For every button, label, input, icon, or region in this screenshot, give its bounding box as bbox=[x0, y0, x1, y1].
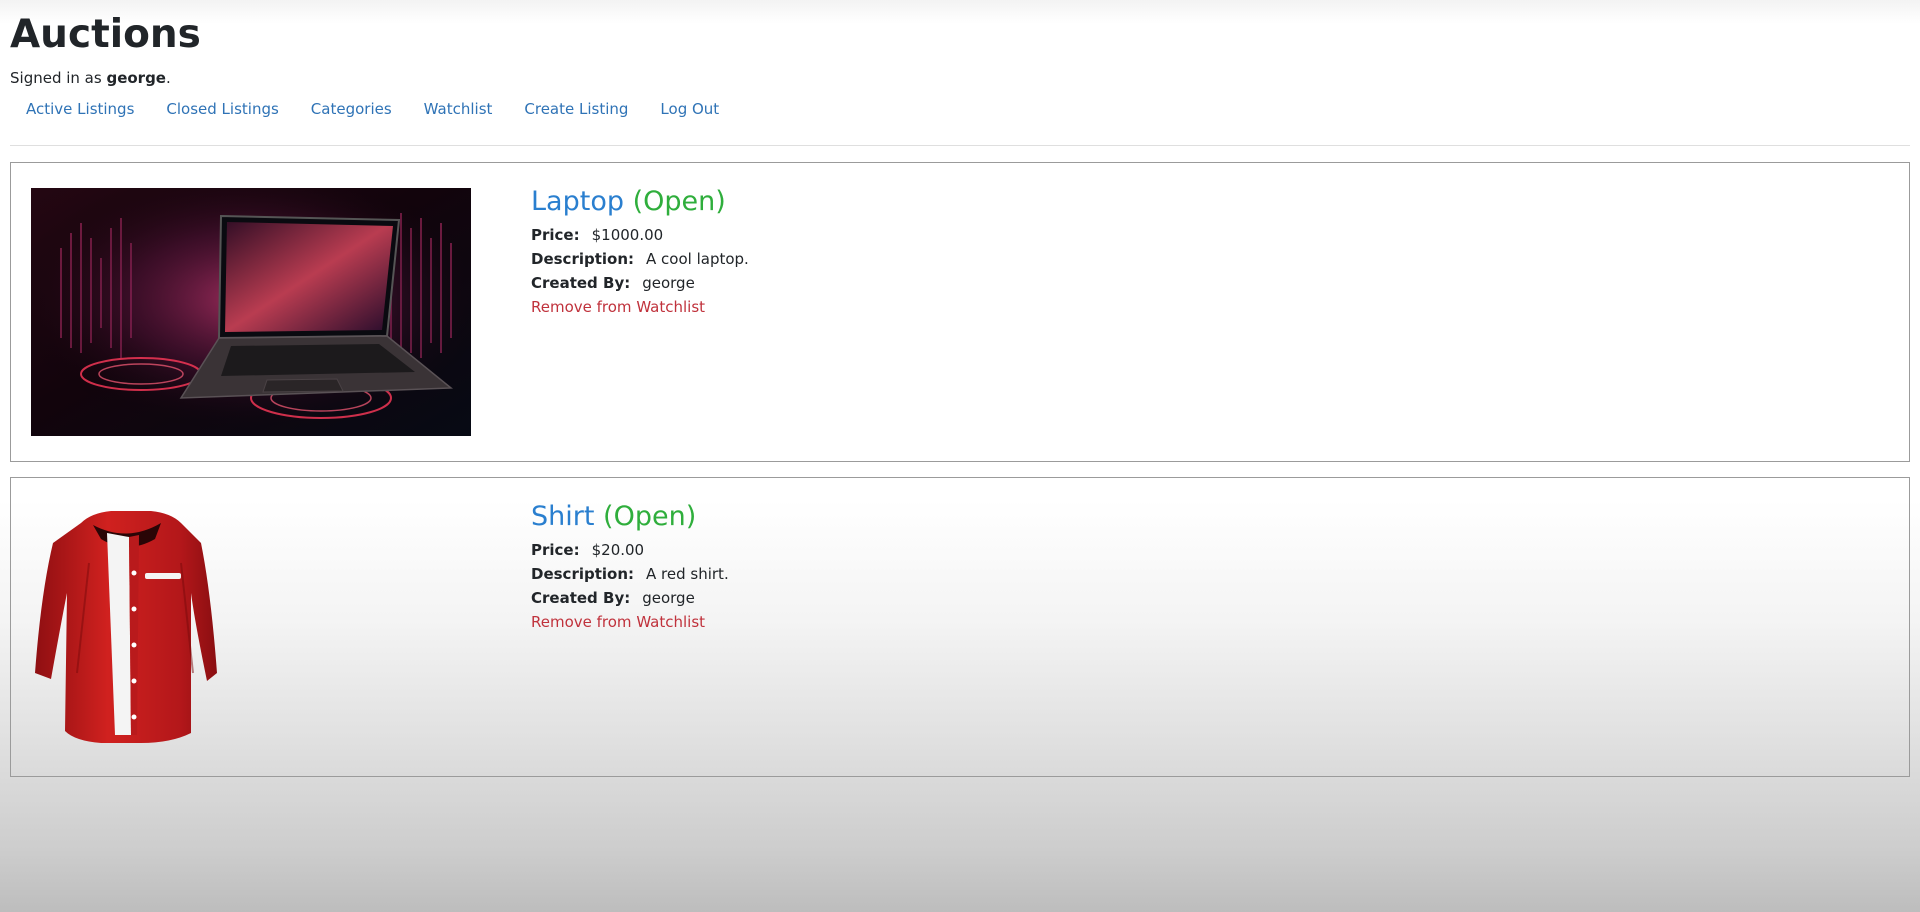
listing-status: (Open) bbox=[632, 186, 726, 217]
listing-card: Shirt (Open) Price: $20.00 Description: A … bbox=[10, 477, 1910, 777]
listing-created-by: Created By: george bbox=[531, 271, 749, 295]
remove-from-watchlist-link[interactable]: Remove from Watchlist bbox=[531, 610, 705, 634]
description-value: A cool laptop. bbox=[646, 250, 749, 268]
shirt-image[interactable] bbox=[31, 503, 471, 751]
main-nav: Active Listings Closed Listings Categori… bbox=[10, 98, 735, 120]
signed-in-prefix: Signed in as bbox=[10, 69, 107, 87]
created-by-value: george bbox=[642, 589, 695, 607]
signed-in-status: Signed in as george. bbox=[10, 68, 171, 88]
nav-closed-listings[interactable]: Closed Listings bbox=[150, 98, 294, 120]
price-value: $20.00 bbox=[591, 541, 645, 559]
nav-create-listing[interactable]: Create Listing bbox=[508, 98, 644, 120]
description-label: Description: bbox=[531, 250, 635, 268]
nav-active-listings[interactable]: Active Listings bbox=[10, 98, 150, 120]
listing-title-link[interactable]: Laptop bbox=[531, 186, 624, 217]
nav-watchlist[interactable]: Watchlist bbox=[408, 98, 509, 120]
nav-log-out[interactable]: Log Out bbox=[644, 98, 735, 120]
description-value: A red shirt. bbox=[646, 565, 729, 583]
description-label: Description: bbox=[531, 565, 635, 583]
price-label: Price: bbox=[531, 226, 580, 244]
price-value: $1000.00 bbox=[591, 226, 664, 244]
listing-description: Description: A cool laptop. bbox=[531, 247, 749, 271]
price-label: Price: bbox=[531, 541, 580, 559]
listing-info: Shirt (Open) Price: $20.00 Description: A … bbox=[531, 500, 729, 634]
nav-categories[interactable]: Categories bbox=[295, 98, 408, 120]
listing-price: Price: $1000.00 bbox=[531, 223, 749, 247]
signed-in-suffix: . bbox=[165, 69, 171, 87]
listing-status: (Open) bbox=[603, 501, 697, 532]
listing-created-by: Created By: george bbox=[531, 586, 729, 610]
listing-price: Price: $20.00 bbox=[531, 538, 729, 562]
listing-title: Shirt (Open) bbox=[531, 500, 729, 534]
listing-info: Laptop (Open) Price: $1000.00 Description… bbox=[531, 185, 749, 319]
listing-card: Laptop (Open) Price: $1000.00 Description… bbox=[10, 162, 1910, 462]
created-by-label: Created By: bbox=[531, 589, 631, 607]
laptop-image[interactable] bbox=[31, 188, 471, 436]
header-divider bbox=[10, 145, 1910, 146]
created-by-label: Created By: bbox=[531, 274, 631, 292]
listing-title: Laptop (Open) bbox=[531, 185, 749, 219]
listing-description: Description: A red shirt. bbox=[531, 562, 729, 586]
signed-in-username: george bbox=[106, 69, 166, 87]
listing-title-link[interactable]: Shirt bbox=[531, 501, 594, 532]
created-by-value: george bbox=[642, 274, 695, 292]
page-title: Auctions bbox=[10, 12, 201, 57]
remove-from-watchlist-link[interactable]: Remove from Watchlist bbox=[531, 295, 705, 319]
